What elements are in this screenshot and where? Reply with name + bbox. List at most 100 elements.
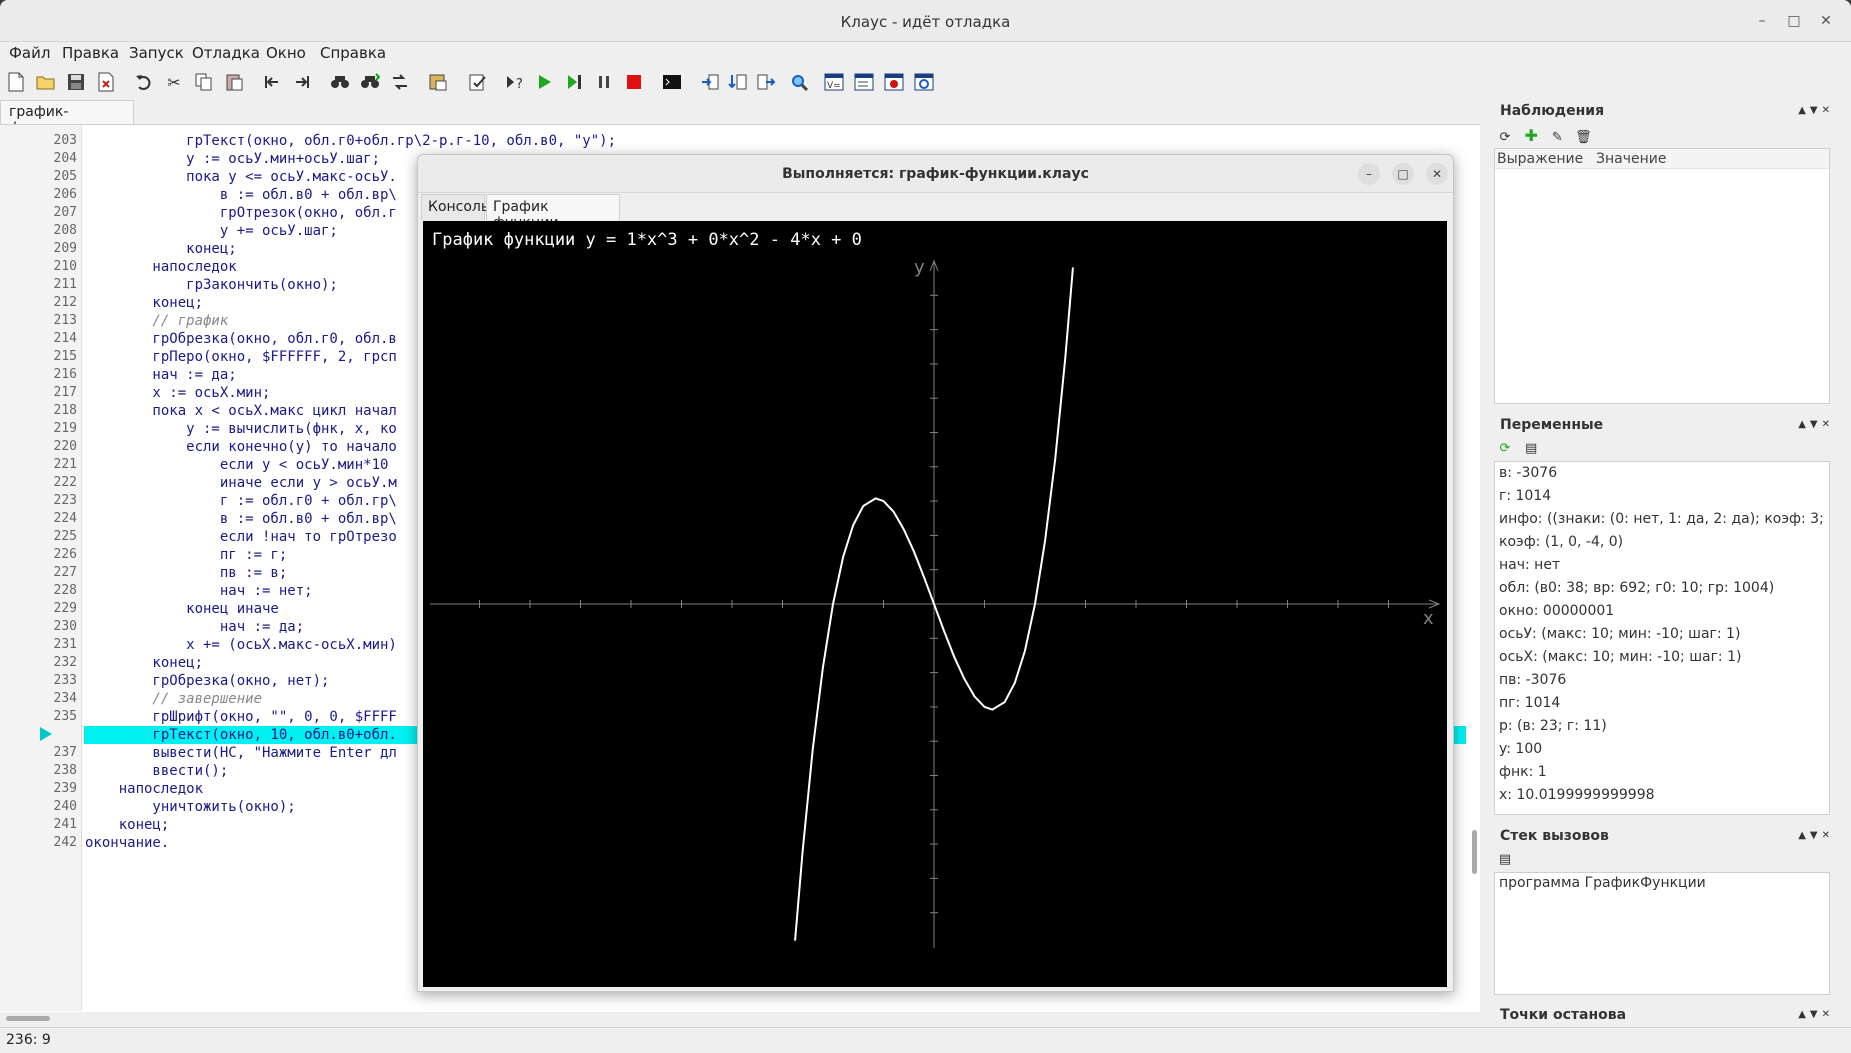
callstack-list[interactable]: программа ГрафикФункции bbox=[1494, 872, 1830, 995]
save-icon[interactable] bbox=[64, 70, 88, 94]
code-line[interactable]: y := осьУ.мин+осьУ.шаг; bbox=[85, 150, 380, 168]
line-number[interactable]: 226 bbox=[54, 546, 77, 564]
watches-list[interactable]: Выражение Значение bbox=[1494, 148, 1830, 404]
variable-item[interactable]: осьХ: (макс: 10; мин: -10; шаг: 1) bbox=[1499, 649, 1741, 669]
code-line[interactable]: грЗакончить(окно); bbox=[85, 276, 338, 294]
line-number[interactable]: 204 bbox=[54, 150, 77, 168]
code-line[interactable]: иначе если y > осьУ.м bbox=[85, 474, 397, 492]
new-file-icon[interactable] bbox=[4, 70, 28, 94]
paste-icon[interactable] bbox=[222, 70, 246, 94]
callstack-item[interactable]: программа ГрафикФункции bbox=[1499, 875, 1706, 895]
code-line[interactable]: пг := г; bbox=[85, 546, 287, 564]
line-number[interactable]: 234 bbox=[54, 690, 77, 708]
step-over-icon[interactable] bbox=[726, 70, 750, 94]
vars-icon[interactable] bbox=[852, 70, 876, 94]
indent-icon[interactable] bbox=[290, 70, 314, 94]
variable-item[interactable]: в: -3076 bbox=[1499, 465, 1557, 485]
code-line[interactable]: если конечно(y) то начало bbox=[85, 438, 397, 456]
maximize-button[interactable]: □ bbox=[1783, 10, 1805, 32]
watch-icon[interactable]: V= bbox=[822, 70, 846, 94]
variable-item[interactable]: г: 1014 bbox=[1499, 488, 1551, 508]
code-line[interactable]: напоследок bbox=[85, 780, 203, 798]
add-watch-icon[interactable]: ✚ bbox=[1522, 127, 1540, 145]
variable-item[interactable]: x: 10.0199999999998 bbox=[1499, 787, 1655, 807]
find-icon[interactable] bbox=[328, 70, 352, 94]
compile-icon[interactable] bbox=[426, 70, 450, 94]
breakpoints-icon[interactable] bbox=[882, 70, 906, 94]
line-number[interactable]: 216 bbox=[54, 366, 77, 384]
code-line[interactable]: грОбрезка(окно, нет); bbox=[85, 672, 329, 690]
line-number[interactable]: 224 bbox=[54, 510, 77, 528]
delete-watch-icon[interactable]: 🗑 bbox=[1574, 129, 1592, 147]
variable-item[interactable]: пв: -3076 bbox=[1499, 672, 1566, 692]
unindent-icon[interactable] bbox=[260, 70, 284, 94]
variable-item[interactable]: фнк: 1 bbox=[1499, 764, 1547, 784]
code-line[interactable]: y += осьУ.шаг; bbox=[85, 222, 338, 240]
refresh-icon[interactable]: ⟳ bbox=[1496, 129, 1514, 147]
variable-item[interactable]: пг: 1014 bbox=[1499, 695, 1560, 715]
line-number[interactable]: 230 bbox=[54, 618, 77, 636]
code-line[interactable]: грПеро(окно, $FFFFFF, 2, грсп bbox=[85, 348, 396, 366]
console-icon[interactable] bbox=[660, 70, 684, 94]
replace-icon[interactable] bbox=[388, 70, 412, 94]
line-number[interactable]: 232 bbox=[54, 654, 77, 672]
variable-item[interactable]: обл: (в0: 38; вр: 692; г0: 10; гр: 1004) bbox=[1499, 580, 1774, 600]
inspect-icon[interactable] bbox=[788, 70, 812, 94]
tab-function-graph[interactable]: График функции bbox=[486, 194, 620, 231]
line-number[interactable]: 227 bbox=[54, 564, 77, 582]
line-number[interactable]: 238 bbox=[54, 762, 77, 780]
line-number[interactable]: 206 bbox=[54, 186, 77, 204]
line-number[interactable]: 229 bbox=[54, 600, 77, 618]
line-number[interactable]: 215 bbox=[54, 348, 77, 366]
variable-item[interactable]: y: 100 bbox=[1499, 741, 1542, 761]
open-icon[interactable] bbox=[34, 70, 58, 94]
line-number[interactable]: 214 bbox=[54, 330, 77, 348]
code-line[interactable]: // график bbox=[85, 312, 228, 330]
menu-help[interactable]: Справка bbox=[320, 44, 386, 62]
watches-panel-controls[interactable]: ▲▼✕ bbox=[1798, 105, 1834, 116]
code-line[interactable]: конец; bbox=[85, 294, 203, 312]
line-number[interactable]: 218 bbox=[54, 402, 77, 420]
code-line[interactable]: в := обл.в0 + обл.вр\ bbox=[85, 510, 397, 528]
line-number[interactable]: 212 bbox=[54, 294, 77, 312]
line-number[interactable]: 207 bbox=[54, 204, 77, 222]
line-number[interactable]: 205 bbox=[54, 168, 77, 186]
line-number[interactable]: 223 bbox=[54, 492, 77, 510]
breakpoints-panel-controls[interactable]: ▲▼✕ bbox=[1798, 1009, 1834, 1020]
code-line[interactable]: грОбрезка(окно, обл.г0, обл.в bbox=[85, 330, 396, 348]
editor-tab[interactable]: график-функции bbox=[0, 100, 134, 136]
line-number[interactable]: 240 bbox=[54, 798, 77, 816]
variable-item[interactable]: нач: нет bbox=[1499, 557, 1560, 577]
line-number[interactable]: 237 bbox=[54, 744, 77, 762]
save-close-icon[interactable] bbox=[94, 70, 118, 94]
edit-watch-icon[interactable]: ✎ bbox=[1548, 129, 1566, 147]
code-line[interactable]: если y < осьУ.мин*10 bbox=[85, 456, 389, 474]
minimize-button[interactable]: – bbox=[1751, 10, 1773, 32]
line-number[interactable]: 211 bbox=[54, 276, 77, 294]
line-number[interactable]: 242 bbox=[54, 834, 77, 852]
variables-list[interactable]: в: -3076 г: 1014 инфо: ((знаки: (0: нет, 1… bbox=[1494, 461, 1830, 815]
line-number[interactable]: 228 bbox=[54, 582, 77, 600]
line-number[interactable]: 241 bbox=[54, 816, 77, 834]
line-number[interactable]: 220 bbox=[54, 438, 77, 456]
line-number[interactable]: 239 bbox=[54, 780, 77, 798]
step-into-icon[interactable] bbox=[698, 70, 722, 94]
variable-item[interactable]: окно: 00000001 bbox=[1499, 603, 1614, 623]
code-line[interactable]: конец; bbox=[85, 240, 237, 258]
line-number[interactable]: 209 bbox=[54, 240, 77, 258]
run-window-minimize-button[interactable]: – bbox=[1358, 163, 1380, 185]
code-line[interactable]: вывести(НС, "Нажмите Enter дл bbox=[85, 744, 396, 762]
code-line[interactable]: x += (осьХ.макс-осьХ.мин) bbox=[85, 636, 397, 654]
variable-item[interactable]: р: (в: 23; г: 11) bbox=[1499, 718, 1607, 738]
code-line[interactable]: г := обл.г0 + обл.гр\ bbox=[85, 492, 397, 510]
line-number[interactable]: 219 bbox=[54, 420, 77, 438]
code-line[interactable]: пв := в; bbox=[85, 564, 287, 582]
code-line[interactable]: ввести(); bbox=[85, 762, 228, 780]
line-number[interactable]: 213 bbox=[54, 312, 77, 330]
vertical-scrollbar[interactable] bbox=[1472, 830, 1477, 874]
code-line[interactable]: грОтрезок(окно, обл.г bbox=[85, 204, 397, 222]
code-line[interactable]: // завершение bbox=[85, 690, 262, 708]
step-out-icon[interactable] bbox=[754, 70, 778, 94]
pause-icon[interactable] bbox=[592, 70, 616, 94]
code-line[interactable]: в := обл.в0 + обл.вр\ bbox=[85, 186, 397, 204]
